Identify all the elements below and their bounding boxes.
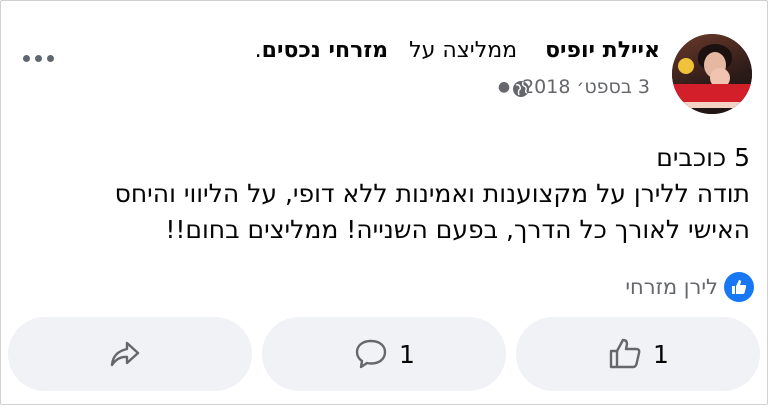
reply-author[interactable]: לירן מזרחי [625,275,718,299]
page-name[interactable]: מזרחי נכסים [262,38,388,63]
share-button[interactable] [8,317,252,391]
title-period: . [254,38,262,63]
globe-icon [513,81,529,97]
thumbs-up-badge-icon [724,272,754,302]
rating-text: 5 כוכבים [656,143,750,172]
more-options-button[interactable] [18,48,58,68]
author-name[interactable]: איילת יופיס [545,38,660,63]
recommends-text: ממליצה על [409,38,518,63]
post-header: איילת יופיס ממליצה על מזרחי נכסים. [255,36,660,66]
post-date[interactable]: 3 בספט׳ 2018 [522,76,650,98]
share-icon [110,341,140,367]
like-count: 1 [653,339,669,369]
liked-by-row[interactable]: לירן מזרחי [625,272,754,302]
author-avatar[interactable] [672,34,752,114]
comment-icon [355,339,387,369]
comment-count: 1 [399,339,415,369]
more-options-icon [22,54,30,62]
like-icon [609,338,641,369]
review-line-2: האישי לאורך כל הדרך, בפעם השנייה! ממליצי… [165,215,750,244]
review-line-1: תודה ללירן על מקצוענות ואמינות ללא דופי,… [114,179,750,208]
like-button[interactable]: 1 [516,317,760,391]
post-body: 5 כוכבים תודה ללירן על מקצוענות ואמינות … [10,140,750,248]
meta-separator: ● [497,79,511,95]
comment-button[interactable]: 1 [262,317,506,391]
